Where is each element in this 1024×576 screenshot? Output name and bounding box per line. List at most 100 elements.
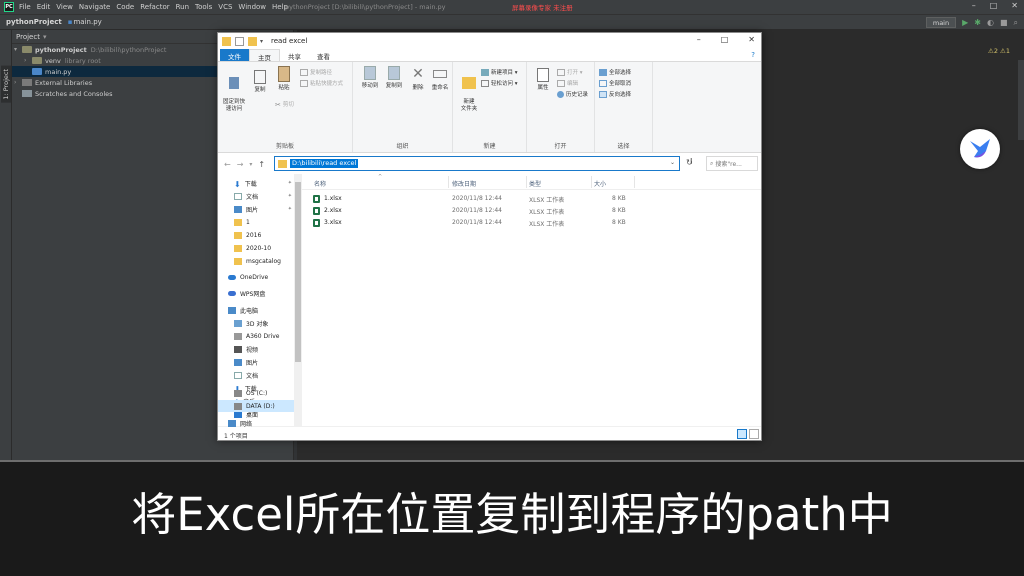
chevron-down-icon[interactable]: ▾ <box>260 38 263 45</box>
run-icon[interactable]: ▶ <box>962 18 968 27</box>
open-button[interactable]: 打开 ▾ <box>557 68 583 76</box>
nav-item-downloads[interactable]: ⬇ 下载 ✦ <box>218 177 294 189</box>
select-none-button[interactable]: 全部取消 <box>599 79 631 87</box>
nav-item-onedrive[interactable]: OneDrive <box>218 271 294 283</box>
file-row[interactable]: 3.xlsx 2020/11/8 12:44 XLSX 工作表 8 KB <box>302 217 761 228</box>
menu-tools[interactable]: Tools <box>195 3 212 11</box>
editor-scrollbar[interactable] <box>1018 60 1024 140</box>
maximize-icon[interactable]: □ <box>721 35 729 44</box>
column-header-name[interactable]: 名称 <box>314 179 326 188</box>
nav-item-folder-2020-10[interactable]: 2020-10 <box>218 242 294 254</box>
menu-view[interactable]: View <box>56 3 73 11</box>
nav-item-folder-1[interactable]: 1 <box>218 216 294 228</box>
copy-path-icon <box>300 68 308 76</box>
menu-vcs[interactable]: VCS <box>218 3 232 11</box>
copy-path-button[interactable]: 复制路径 <box>300 68 332 76</box>
nav-item-os-c[interactable]: OS (C:) <box>218 387 294 399</box>
chevron-down-icon[interactable]: ▾ <box>43 33 47 41</box>
maximize-icon[interactable]: □ <box>990 1 998 10</box>
menu-run[interactable]: Run <box>176 3 189 11</box>
tab-home[interactable]: 主页 <box>249 49 280 62</box>
new-folder-button[interactable]: 新建 文件夹 <box>455 66 483 113</box>
nav-item-a360-drive[interactable]: A360 Drive <box>218 330 294 342</box>
nav-item-wps-cloud[interactable]: WPS网盘 <box>218 287 294 299</box>
breadcrumb-project[interactable]: pythonProject <box>6 18 62 26</box>
easy-access-button[interactable]: 轻松访问 ▾ <box>481 79 518 87</box>
project-panel-title[interactable]: Project <box>16 33 40 41</box>
file-row[interactable]: 1.xlsx 2020/11/8 12:44 XLSX 工作表 8 KB <box>302 193 761 204</box>
column-divider[interactable] <box>591 176 592 188</box>
properties-icon[interactable] <box>235 36 244 46</box>
recent-locations-icon[interactable]: ▾ <box>249 161 252 168</box>
close-icon[interactable]: ✕ <box>748 35 755 44</box>
forward-icon[interactable]: → <box>237 160 244 169</box>
paste-button[interactable]: 粘贴 <box>270 66 298 92</box>
nav-item-3d-objects[interactable]: 3D 对象 <box>218 317 294 329</box>
tab-file[interactable]: 文件 <box>220 49 249 61</box>
details-view-icon[interactable] <box>737 429 747 439</box>
menu-edit[interactable]: Edit <box>37 3 51 11</box>
menu-navigate[interactable]: Navigate <box>79 3 110 11</box>
breadcrumb-file[interactable]: main.py <box>73 18 101 26</box>
rename-button[interactable]: 重命名 <box>426 66 454 92</box>
file-row[interactable]: 2.xlsx 2020/11/8 12:44 XLSX 工作表 8 KB <box>302 205 761 216</box>
search-input[interactable]: ⌕ 搜索"re... <box>706 156 758 171</box>
large-icons-view-icon[interactable] <box>749 429 759 439</box>
search-icon[interactable]: ⌕ <box>1014 18 1018 28</box>
minimize-icon[interactable]: – <box>697 35 701 44</box>
inspection-warnings-badge[interactable]: ⚠2 ⚠1 <box>988 47 1010 55</box>
select-all-button[interactable]: 全部选择 <box>599 68 631 76</box>
floating-assistant-button[interactable] <box>960 129 1000 169</box>
nav-item-this-pc[interactable]: 此电脑 <box>218 304 294 316</box>
file-name: 3.xlsx <box>324 219 342 226</box>
column-header-type[interactable]: 类型 <box>529 179 541 188</box>
nav-item-pictures-pc[interactable]: 图片 <box>218 356 294 368</box>
tab-view[interactable]: 查看 <box>309 49 338 61</box>
help-icon[interactable]: ? <box>751 51 755 59</box>
invert-selection-button[interactable]: 反向选择 <box>599 90 631 98</box>
column-header-size[interactable]: 大小 <box>594 179 606 188</box>
history-button[interactable]: 历史记录 <box>557 90 588 98</box>
stop-icon[interactable]: ■ <box>1000 18 1008 27</box>
nav-item-videos[interactable]: 视频 <box>218 343 294 355</box>
back-icon[interactable]: ← <box>224 160 231 169</box>
cut-button[interactable]: ✂ 剪切 <box>275 100 294 109</box>
close-icon[interactable]: ✕ <box>1011 1 1018 10</box>
tab-share[interactable]: 共享 <box>280 49 309 61</box>
navigation-scrollbar[interactable] <box>294 174 302 426</box>
chevron-right-icon[interactable]: › <box>14 79 22 86</box>
properties-button[interactable]: 属性 <box>529 66 557 92</box>
menu-file[interactable]: File <box>19 3 31 11</box>
nav-item-pictures[interactable]: 图片 ✦ <box>218 203 294 215</box>
column-divider[interactable] <box>448 176 449 188</box>
nav-item-documents[interactable]: 文档 ✦ <box>218 190 294 202</box>
chevron-down-icon[interactable]: ▾ <box>14 46 22 53</box>
address-input[interactable]: D:\bilibili\read excel ⌄ <box>274 156 680 171</box>
run-configuration-select[interactable]: main <box>925 17 957 28</box>
chevron-right-icon[interactable]: › <box>24 57 32 64</box>
edit-button[interactable]: 编辑 <box>557 79 578 87</box>
new-folder-icon[interactable] <box>248 36 257 46</box>
column-divider[interactable] <box>634 176 635 188</box>
menu-window[interactable]: Window <box>238 3 266 11</box>
nav-item-data-d[interactable]: DATA (D:) <box>218 400 294 412</box>
nav-item-network[interactable]: 网络 <box>218 417 294 429</box>
up-arrow-icon[interactable]: ↑ <box>258 160 265 169</box>
chevron-down-icon[interactable]: ⌄ <box>670 159 675 166</box>
column-header-modified[interactable]: 修改日期 <box>452 179 476 188</box>
paste-shortcut-button[interactable]: 粘贴快捷方式 <box>300 79 343 87</box>
nav-item-folder-msgcatalog[interactable]: msgcatalog <box>218 255 294 267</box>
new-item-button[interactable]: 新建项目 ▾ <box>481 68 518 76</box>
nav-item-folder-2016[interactable]: 2016 <box>218 229 294 241</box>
menu-refactor[interactable]: Refactor <box>140 3 169 11</box>
coverage-icon[interactable]: ◐ <box>987 18 994 27</box>
scrollbar-thumb[interactable] <box>295 182 301 362</box>
project-tool-window-button[interactable]: 1: Project <box>1 66 11 103</box>
address-path-selected[interactable]: D:\bilibili\read excel <box>290 159 359 168</box>
menu-code[interactable]: Code <box>116 3 134 11</box>
column-divider[interactable] <box>526 176 527 188</box>
debug-icon[interactable]: ✱ <box>974 18 981 27</box>
minimize-icon[interactable]: – <box>972 1 976 10</box>
nav-item-documents-pc[interactable]: 文档 <box>218 369 294 381</box>
pin-quick-access-button[interactable]: 固定到快 速访问 <box>220 66 248 113</box>
